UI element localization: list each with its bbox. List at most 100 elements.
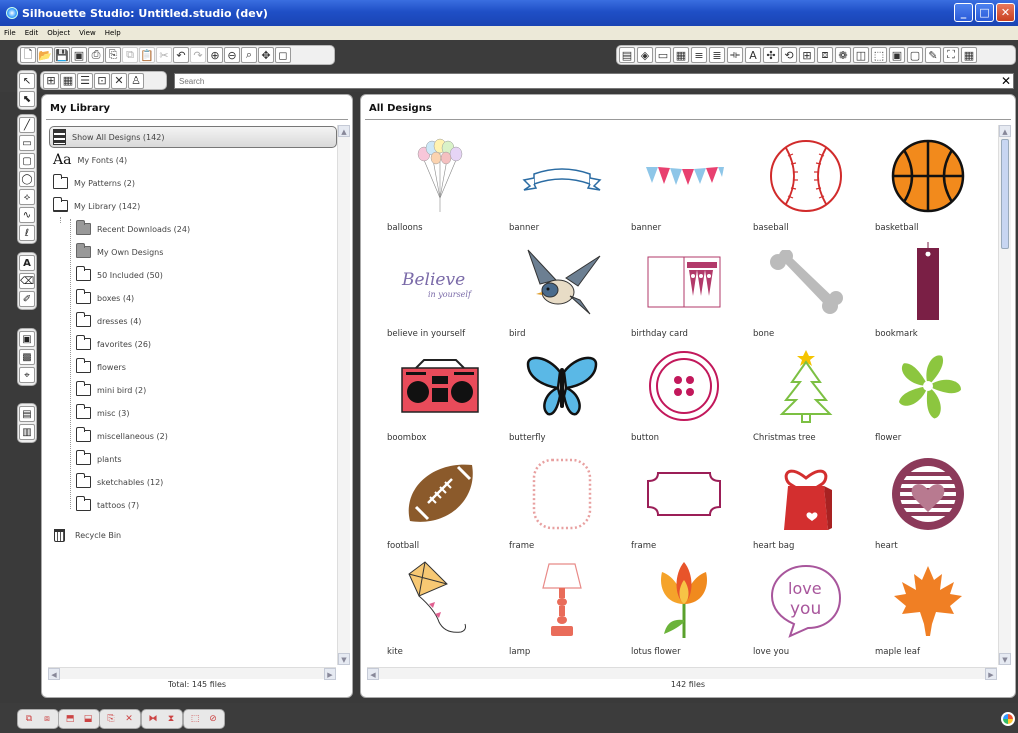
title-bar[interactable]: Silhouette Studio: Untitled.studio (dev)…: [0, 0, 1018, 26]
design-tile-maple-leaf[interactable]: maple leaf: [875, 557, 985, 657]
fill-pattern-icon[interactable]: ≡: [691, 47, 707, 63]
design-tile-believe-in-yourself[interactable]: Believe in yourself believe in yourself: [387, 239, 497, 339]
tree-item-dresses[interactable]: dresses (4): [76, 311, 141, 331]
line-weight-icon[interactable]: ⟛: [727, 47, 743, 63]
tree-item-miscellaneous[interactable]: miscellaneous (2): [76, 426, 168, 446]
stop-icon[interactable]: ⊘: [205, 712, 221, 727]
fit-page-icon[interactable]: ◻: [275, 47, 291, 63]
transform-icon[interactable]: ✣: [763, 47, 779, 63]
scroll-left-icon[interactable]: ◀: [367, 668, 379, 680]
send-backward-icon[interactable]: ⬓: [80, 712, 96, 727]
freehand-tool-icon[interactable]: ℓ: [19, 225, 35, 241]
grid-view-icon[interactable]: ▦: [60, 72, 76, 89]
design-tile-bookmark[interactable]: bookmark: [875, 239, 985, 339]
design-tile-kite[interactable]: kite: [387, 557, 497, 657]
save-as-icon[interactable]: ▣: [71, 47, 87, 63]
rotate-icon[interactable]: ⟲: [781, 47, 797, 63]
scroll-up-icon[interactable]: ▲: [338, 125, 350, 137]
print-icon[interactable]: ⎙: [88, 47, 104, 63]
delete-object-icon[interactable]: ✕: [121, 712, 137, 727]
menu-help[interactable]: Help: [105, 29, 121, 37]
library-panel-icon[interactable]: ▥: [19, 424, 35, 440]
zoom-out-icon[interactable]: ⊖: [224, 47, 240, 63]
crosshair-icon[interactable]: ⌖: [19, 367, 35, 383]
copy-icon[interactable]: ⧉: [122, 47, 138, 63]
design-tile-frame-2[interactable]: frame: [631, 451, 741, 551]
minimize-button[interactable]: _: [954, 3, 973, 22]
zoom-select-icon[interactable]: ⌕: [241, 47, 257, 63]
rounded-rect-tool-icon[interactable]: ▢: [19, 153, 35, 169]
tree-item-my-library[interactable]: My Library (142): [53, 196, 140, 216]
scroll-left-icon[interactable]: ◀: [48, 668, 60, 680]
split-view-icon[interactable]: ▤: [19, 406, 35, 422]
thumbnail-view-icon[interactable]: ⊞: [43, 72, 59, 89]
modify-icon[interactable]: ❁: [835, 47, 851, 63]
open-file-icon[interactable]: 📂: [37, 47, 53, 63]
design-tile-heart-bag[interactable]: heart bag: [753, 451, 863, 551]
ellipse-tool-icon[interactable]: ◯: [19, 171, 35, 187]
design-tile-football[interactable]: football: [387, 451, 497, 551]
design-tile-banner-2[interactable]: banner: [631, 133, 741, 233]
scroll-right-icon[interactable]: ▶: [985, 668, 997, 680]
tree-item-sketchables[interactable]: sketchables (12): [76, 472, 163, 492]
tree-item-my-patterns[interactable]: My Patterns (2): [53, 173, 135, 193]
menu-object[interactable]: Object: [47, 29, 70, 37]
cut-icon[interactable]: ✂: [156, 47, 172, 63]
eraser-tool-icon[interactable]: ⌫: [19, 273, 35, 289]
tree-item-mini-bird[interactable]: mini bird (2): [76, 380, 146, 400]
tree-item-favorites[interactable]: favorites (26): [76, 334, 151, 354]
tree-item-flowers[interactable]: flowers: [76, 357, 126, 377]
line-tool-icon[interactable]: ╱: [19, 117, 35, 133]
zoom-in-icon[interactable]: ⊕: [207, 47, 223, 63]
save-icon[interactable]: 💾: [54, 47, 70, 63]
maximize-button[interactable]: □: [975, 3, 994, 22]
tree-item-show-all[interactable]: Show All Designs (142): [53, 127, 164, 147]
pan-icon[interactable]: ✥: [258, 47, 274, 63]
weld-icon[interactable]: ⧓: [145, 712, 161, 727]
design-tile-heart[interactable]: heart: [875, 451, 985, 551]
undo-icon[interactable]: ↶: [173, 47, 189, 63]
design-tile-flower[interactable]: flower: [875, 343, 985, 443]
tree-item-tattoos[interactable]: tattoos (7): [76, 495, 139, 515]
design-tile-frame-1[interactable]: frame: [509, 451, 619, 551]
design-tile-lamp[interactable]: lamp: [509, 557, 619, 657]
grid-icon[interactable]: ▦: [961, 47, 977, 63]
delete-icon[interactable]: ✕: [111, 72, 127, 89]
trace-icon[interactable]: ⬚: [871, 47, 887, 63]
tree-item-50-included[interactable]: 50 Included (50): [76, 265, 163, 285]
tree-item-misc[interactable]: misc (3): [76, 403, 129, 423]
design-tile-bird[interactable]: bird: [509, 239, 619, 339]
align-icon[interactable]: ⊞: [799, 47, 815, 63]
tree-item-my-own-designs[interactable]: My Own Designs: [76, 242, 163, 262]
duplicate-icon[interactable]: ⎘: [103, 712, 119, 727]
tree-item-plants[interactable]: plants: [76, 449, 122, 469]
page-view-icon[interactable]: ▣: [19, 331, 35, 347]
scroll-thumb[interactable]: [1001, 139, 1009, 249]
ungroup-icon[interactable]: ⧈: [39, 712, 55, 727]
line-style-icon[interactable]: ▦: [673, 47, 689, 63]
print-cut-icon[interactable]: ⎘: [105, 47, 121, 63]
page-setup-icon[interactable]: ▤: [619, 47, 635, 63]
new-folder-icon[interactable]: ⊡: [94, 72, 110, 89]
menu-view[interactable]: View: [79, 29, 96, 37]
paste-icon[interactable]: 📋: [139, 47, 155, 63]
close-window-button[interactable]: ✕: [996, 3, 1015, 22]
search-input[interactable]: [174, 73, 1014, 89]
design-tile-baseball[interactable]: baseball: [753, 133, 863, 233]
design-tile-boombox[interactable]: boombox: [387, 343, 497, 443]
curve-tool-icon[interactable]: ∿: [19, 207, 35, 223]
design-store-icon[interactable]: ✎: [925, 47, 941, 63]
design-tile-butterfly[interactable]: butterfly: [509, 343, 619, 443]
cut-settings-icon[interactable]: ▣: [889, 47, 905, 63]
design-tile-bone[interactable]: bone: [753, 239, 863, 339]
design-tile-christmas-tree[interactable]: Christmas tree: [753, 343, 863, 443]
tree-item-recycle-bin[interactable]: Recycle Bin: [54, 525, 121, 545]
menu-edit[interactable]: Edit: [25, 29, 39, 37]
polygon-tool-icon[interactable]: ⟡: [19, 189, 35, 205]
designs-vertical-scrollbar[interactable]: ▲ ▼: [998, 125, 1011, 665]
library-vertical-scrollbar[interactable]: ▲ ▼: [337, 125, 350, 665]
edit-points-icon[interactable]: ⬉: [19, 91, 35, 107]
clear-search-icon[interactable]: ✕: [999, 73, 1013, 89]
menu-file[interactable]: File: [4, 29, 16, 37]
scroll-down-icon[interactable]: ▼: [338, 653, 350, 665]
